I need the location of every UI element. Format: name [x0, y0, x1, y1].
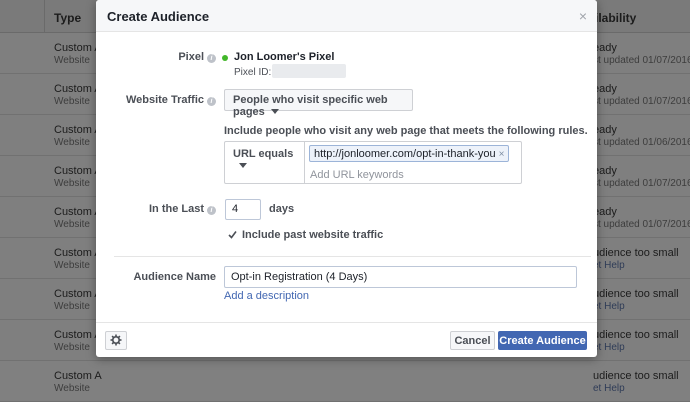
in-the-last-label: In the Last i [120, 203, 216, 215]
chevron-down-icon [270, 109, 279, 114]
row-availability-detail: st updated 01/06/2016 [593, 137, 690, 148]
remove-token-icon[interactable]: × [499, 149, 505, 160]
url-operator-value: URL equals [233, 148, 294, 160]
url-token-text: http://jonloomer.com/opt-in-thank-you [314, 148, 496, 160]
row-availability-detail: st updated 01/07/2016 [593, 96, 690, 107]
row-availability-detail[interactable]: et Help [593, 301, 625, 312]
row-availability: udience too small [593, 370, 679, 382]
include-past-label[interactable]: Include past website traffic [242, 229, 383, 241]
pixel-name: Jon Loomer's Pixel [234, 51, 335, 63]
website-traffic-dropdown[interactable]: People who visit specific web pages [224, 89, 413, 118]
column-divider [44, 0, 45, 33]
row-type: Custom A [54, 288, 102, 300]
row-availability-detail: st updated 01/07/2016 [593, 219, 690, 230]
gear-icon [110, 334, 122, 346]
row-availability: udience too small [593, 329, 679, 341]
row-type: Custom A [54, 42, 102, 54]
row-type: Custom A [54, 124, 102, 136]
row-subtype: Website [54, 383, 90, 394]
row-availability-detail: st updated 01/07/2016 [593, 55, 690, 66]
include-past-checkbox[interactable] [228, 230, 237, 239]
row-subtype: Website [54, 260, 90, 271]
days-input[interactable]: 4 [225, 199, 261, 220]
row-subtype: Website [54, 55, 90, 66]
audience-name-label: Audience Name [133, 271, 216, 283]
website-traffic-label-text: Website Traffic [125, 94, 204, 106]
pixel-id-redacted [272, 64, 346, 78]
row-subtype: Website [54, 178, 90, 189]
days-unit-label: days [269, 203, 295, 215]
website-traffic-label: Website Traffic i [100, 94, 216, 106]
column-header-availability[interactable]: ilability [595, 11, 636, 25]
in-the-last-label-text: In the Last [148, 203, 204, 215]
info-icon[interactable]: i [207, 97, 216, 106]
chevron-down-icon [239, 163, 247, 168]
row-type: Custom A [54, 206, 102, 218]
pixel-label: Pixel i [140, 51, 216, 63]
row-availability: udience too small [593, 247, 679, 259]
row-subtype: Website [54, 96, 90, 107]
row-subtype: Website [54, 219, 90, 230]
footer-divider [96, 322, 597, 323]
url-rule-box: URL equals http://jonloomer.com/opt-in-t… [224, 141, 522, 184]
row-subtype: Website [54, 137, 90, 148]
settings-button[interactable] [105, 331, 127, 350]
cancel-button[interactable]: Cancel [450, 331, 495, 350]
row-type: Custom A [54, 247, 102, 259]
row-type: Custom A [54, 165, 102, 177]
close-icon[interactable]: × [579, 8, 587, 24]
info-icon[interactable]: i [207, 54, 216, 63]
row-availability-detail[interactable]: et Help [593, 342, 625, 353]
dialog-title: Create Audience [107, 9, 210, 24]
url-token: http://jonloomer.com/opt-in-thank-you × [309, 145, 510, 162]
divider [114, 256, 591, 257]
row-availability-detail: st updated 01/07/2016 [593, 178, 690, 189]
rules-description: Include people who visit any web page th… [224, 125, 588, 137]
row-availability-detail[interactable]: et Help [593, 383, 625, 394]
row-availability-detail[interactable]: et Help [593, 260, 625, 271]
row-type: Custom A [54, 329, 102, 341]
row-availability: udience too small [593, 288, 679, 300]
column-header-type[interactable]: Type [54, 11, 81, 25]
audience-name-input[interactable]: Opt-in Registration (4 Days) [224, 266, 577, 288]
info-icon[interactable]: i [207, 206, 216, 215]
pixel-status-dot [222, 55, 228, 61]
url-keywords-input[interactable]: Add URL keywords [310, 169, 404, 181]
add-description-link[interactable]: Add a description [224, 290, 309, 302]
row-subtype: Website [54, 301, 90, 312]
url-operator-dropdown[interactable]: URL equals [225, 142, 305, 183]
dialog-header: Create Audience × [96, 0, 597, 32]
table-row[interactable]: Custom A Website udience too small et Help [0, 361, 690, 402]
row-type: Custom A [54, 83, 102, 95]
row-subtype: Website [54, 342, 90, 353]
pixel-label-text: Pixel [178, 51, 204, 63]
row-type: Custom A [54, 370, 102, 382]
create-audience-button[interactable]: Create Audience [498, 331, 587, 350]
